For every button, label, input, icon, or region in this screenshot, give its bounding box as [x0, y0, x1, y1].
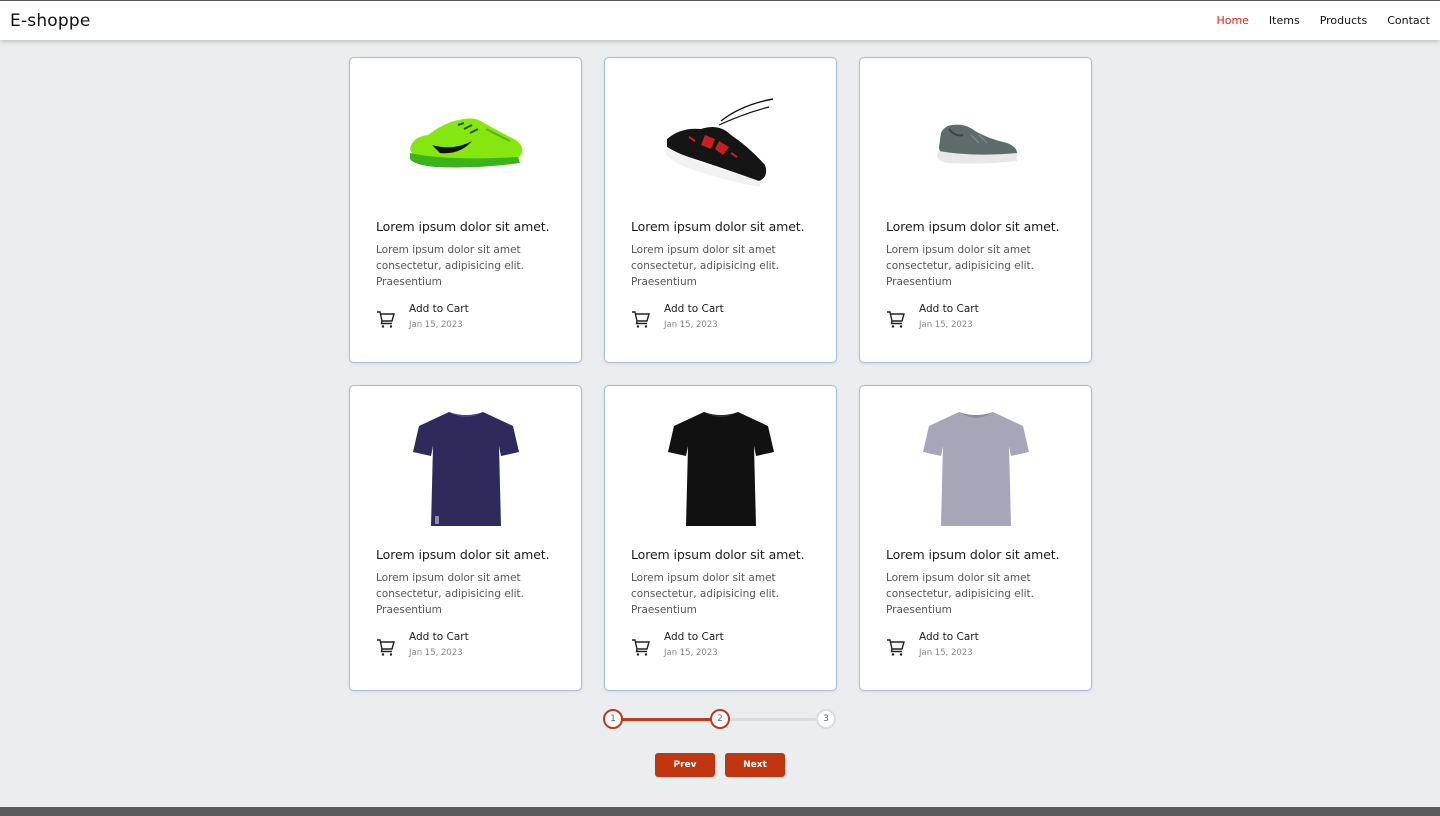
product-image	[860, 396, 1091, 541]
product-description: Lorem ipsum dolor sit amet consectetur, …	[376, 572, 524, 616]
nav-items-link[interactable]: Items	[1269, 14, 1300, 27]
cart-icon[interactable]	[631, 309, 651, 329]
product-date: Jan 15, 2023	[409, 320, 463, 330]
product-card[interactable]: Lorem ipsum dolor sit amet. Lorem ipsum …	[859, 385, 1092, 691]
page-step-2[interactable]: 2	[710, 709, 730, 729]
product-date: Jan 15, 2023	[664, 648, 718, 658]
product-title: Lorem ipsum dolor sit amet.	[886, 219, 1060, 234]
grey-tshirt-image	[922, 411, 1029, 526]
add-to-cart[interactable]: Add to Cart Jan 15, 2023	[631, 631, 724, 658]
product-title: Lorem ipsum dolor sit amet.	[631, 547, 805, 562]
product-card[interactable]: Lorem ipsum dolor sit amet. Lorem ipsum …	[349, 57, 582, 363]
product-title: Lorem ipsum dolor sit amet.	[376, 547, 550, 562]
cart-icon[interactable]	[631, 637, 651, 657]
black-red-sneaker-image	[664, 97, 773, 187]
product-grid: Lorem ipsum dolor sit amet. Lorem ipsum …	[349, 57, 1092, 691]
cart-icon[interactable]	[376, 637, 396, 657]
add-to-cart[interactable]: Add to Cart Jan 15, 2023	[886, 303, 979, 330]
add-to-cart-label[interactable]: Add to Cart	[409, 631, 469, 643]
cart-icon[interactable]	[886, 309, 906, 329]
add-to-cart-label[interactable]: Add to Cart	[664, 303, 724, 315]
page-step-1[interactable]: 1	[603, 709, 623, 729]
product-card[interactable]: Lorem ipsum dolor sit amet. Lorem ipsum …	[604, 385, 837, 691]
product-image	[350, 68, 581, 213]
nav-home-link[interactable]: Home	[1216, 14, 1248, 27]
product-image	[860, 68, 1091, 213]
add-to-cart[interactable]: Add to Cart Jan 15, 2023	[376, 631, 469, 658]
nav-links: Home Items Products Contact	[1196, 14, 1430, 27]
navy-tshirt-image	[412, 411, 519, 526]
brand-logo[interactable]: E-shoppe	[10, 11, 91, 31]
cart-icon[interactable]	[376, 309, 396, 329]
product-date: Jan 15, 2023	[919, 648, 973, 658]
product-date: Jan 15, 2023	[409, 648, 463, 658]
product-image	[350, 396, 581, 541]
product-image	[605, 68, 836, 213]
product-title: Lorem ipsum dolor sit amet.	[376, 219, 550, 234]
green-sneaker-image	[409, 118, 522, 167]
black-tshirt-image	[667, 411, 774, 526]
product-card[interactable]: Lorem ipsum dolor sit amet. Lorem ipsum …	[604, 57, 837, 363]
product-card[interactable]: Lorem ipsum dolor sit amet. Lorem ipsum …	[349, 385, 582, 691]
navbar: E-shoppe Home Items Products Contact	[0, 0, 1440, 40]
add-to-cart-label[interactable]: Add to Cart	[409, 303, 469, 315]
footer-bar	[0, 807, 1440, 816]
add-to-cart[interactable]: Add to Cart Jan 15, 2023	[886, 631, 979, 658]
product-description: Lorem ipsum dolor sit amet consectetur, …	[886, 244, 1034, 288]
add-to-cart-label[interactable]: Add to Cart	[919, 303, 979, 315]
product-description: Lorem ipsum dolor sit amet consectetur, …	[631, 244, 779, 288]
add-to-cart-label[interactable]: Add to Cart	[664, 631, 724, 643]
cart-icon[interactable]	[886, 637, 906, 657]
product-card[interactable]: Lorem ipsum dolor sit amet. Lorem ipsum …	[859, 57, 1092, 363]
product-title: Lorem ipsum dolor sit amet.	[631, 219, 805, 234]
prev-button[interactable]: Prev	[655, 753, 715, 777]
add-to-cart[interactable]: Add to Cart Jan 15, 2023	[631, 303, 724, 330]
product-description: Lorem ipsum dolor sit amet consectetur, …	[376, 244, 524, 288]
add-to-cart-label[interactable]: Add to Cart	[919, 631, 979, 643]
nav-products-link[interactable]: Products	[1320, 14, 1368, 27]
pagination-stepper: 1 2 3	[603, 709, 836, 729]
stepper-progress-line	[613, 718, 720, 721]
nav-contact-link[interactable]: Contact	[1387, 14, 1430, 27]
next-button[interactable]: Next	[725, 753, 785, 777]
grey-sneaker-image	[936, 124, 1017, 164]
product-title: Lorem ipsum dolor sit amet.	[886, 547, 1060, 562]
add-to-cart[interactable]: Add to Cart Jan 15, 2023	[376, 303, 469, 330]
product-image	[605, 396, 836, 541]
page-step-3[interactable]: 3	[816, 709, 836, 729]
product-date: Jan 15, 2023	[919, 320, 973, 330]
product-description: Lorem ipsum dolor sit amet consectetur, …	[631, 572, 779, 616]
stepper-remaining-line	[720, 718, 816, 721]
product-date: Jan 15, 2023	[664, 320, 718, 330]
product-description: Lorem ipsum dolor sit amet consectetur, …	[886, 572, 1034, 616]
